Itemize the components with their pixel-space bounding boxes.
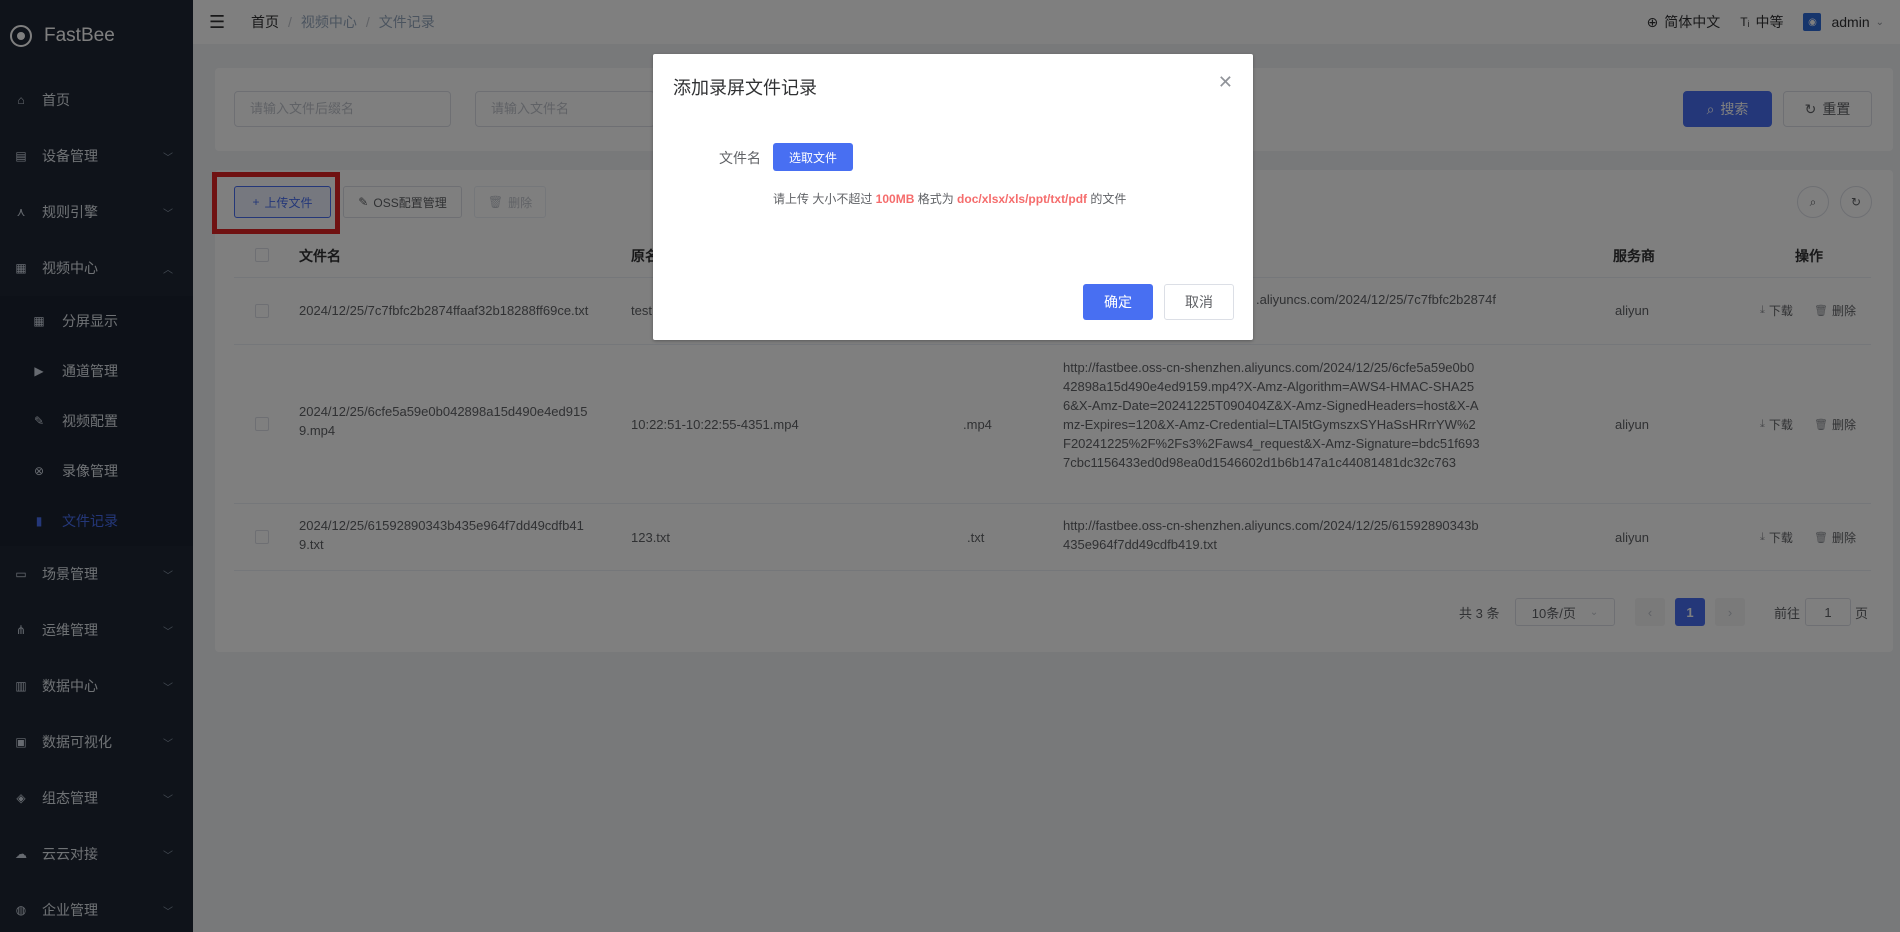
tip-mid: 格式为 bbox=[914, 192, 958, 206]
tip-size: 100MB bbox=[875, 192, 915, 206]
close-icon[interactable]: ✕ bbox=[1218, 72, 1233, 93]
tip-prefix: 请上传 大小不超过 bbox=[773, 192, 876, 206]
tip-suffix: 的文件 bbox=[1087, 192, 1127, 206]
confirm-button[interactable]: 确定 bbox=[1083, 284, 1153, 320]
file-name-label: 文件名 bbox=[719, 150, 761, 166]
tip-formats: doc/xlsx/xls/ppt/txt/pdf bbox=[957, 192, 1088, 206]
add-record-dialog: 添加录屏文件记录 ✕ 文件名 选取文件 请上传 大小不超过 100MB 格式为 … bbox=[653, 54, 1253, 340]
select-file-button[interactable]: 选取文件 bbox=[773, 143, 853, 171]
upload-tip: 请上传 大小不超过 100MB 格式为 doc/xlsx/xls/ppt/txt… bbox=[773, 190, 1126, 207]
cancel-button[interactable]: 取消 bbox=[1164, 284, 1234, 320]
dialog-title: 添加录屏文件记录 bbox=[673, 78, 817, 98]
